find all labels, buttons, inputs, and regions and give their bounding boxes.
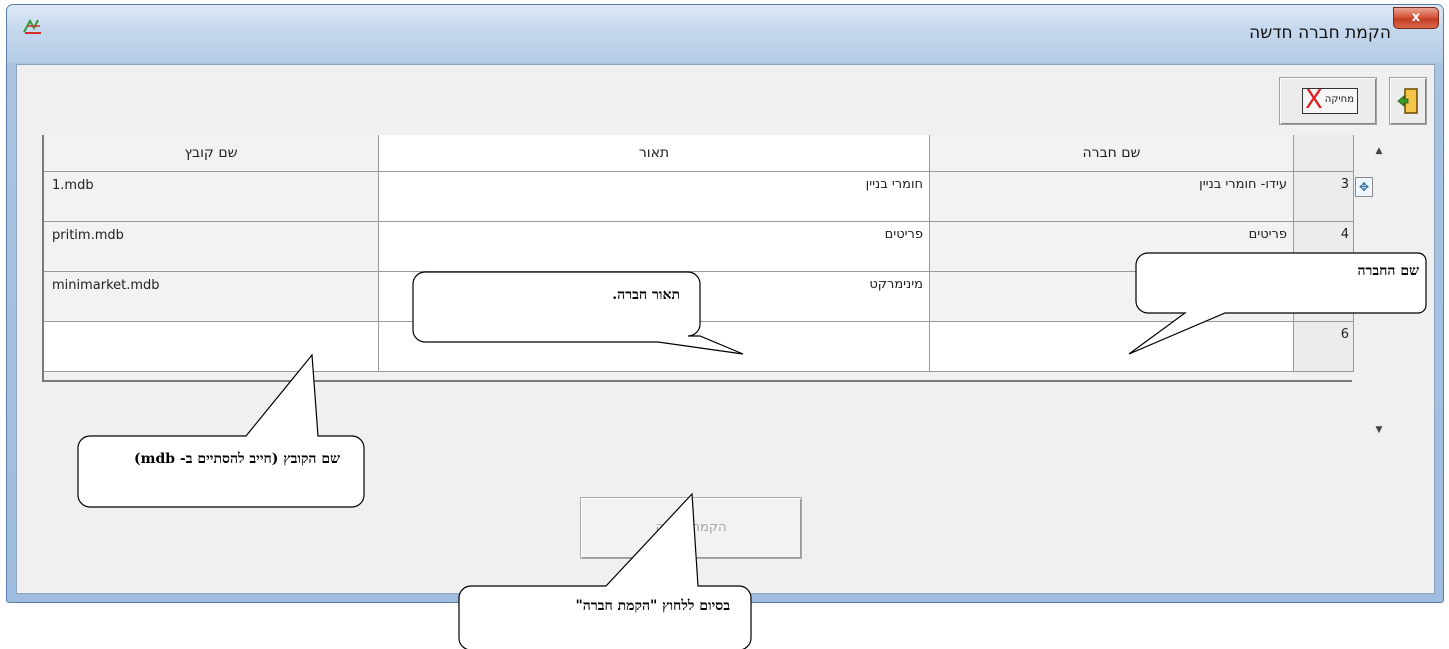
client-area: X מחיקה שם קובץ תאור שם חברה 1.mdb חומרי… [16,64,1435,594]
cell-company[interactable] [930,322,1294,372]
close-button[interactable]: x [1393,7,1439,29]
cell-file[interactable]: 1.mdb [44,172,379,222]
callout-finish-text: בסיום ללחוץ "הקמת חברה" [575,598,730,614]
scroll-up-arrow-icon[interactable]: ▲ [1371,143,1387,159]
cell-description[interactable]: חומרי בניין [379,172,930,222]
table-row-new[interactable]: 6 [44,322,1354,372]
callout-company-name-text: שם החברה [1357,263,1419,279]
cell-file[interactable] [44,322,379,372]
cell-number: 6 [1294,322,1354,372]
delete-label: מחיקה [1324,94,1354,105]
app-logo-icon [23,18,41,34]
cell-description[interactable] [379,322,930,372]
callout-description-text: תאור חברה. [612,287,680,303]
cell-file[interactable]: pritim.mdb [44,222,379,272]
delete-x-icon: X [1305,85,1323,115]
delete-button-face: X מחיקה [1302,85,1358,115]
cell-description[interactable]: פריטים [379,222,930,272]
exit-button[interactable] [1389,77,1427,125]
callout-file-name-text: שם הקובץ (חייב להסתיים ב- mdb) [134,451,340,467]
table-row[interactable]: 1.mdb חומרי בניין עידו- חומרי בניין 3 ✥ [44,172,1373,222]
app-window: הקמת חברה חדשה x X מחיקה שם קובץ תאור שם… [6,4,1444,603]
header-description[interactable]: תאור [379,135,930,172]
header-number [1294,135,1354,172]
cell-number: 4 [1294,222,1354,272]
header-file-name[interactable]: שם קובץ [44,135,379,172]
grid-scrollbar[interactable]: ▲ ▼ [1371,143,1387,438]
header-company-name[interactable]: שם חברה [930,135,1294,172]
exit-door-icon [1397,88,1418,114]
create-company-button[interactable]: הקמת חברה [580,497,802,559]
table-row[interactable]: minimarket.mdb מינימרקט [44,272,1354,322]
title-bar[interactable]: הקמת חברה חדשה x [7,5,1443,63]
table-row[interactable]: pritim.mdb פריטים פריטים 4 [44,222,1354,272]
grid-header-row: שם קובץ תאור שם חברה [44,135,1354,172]
scroll-down-arrow-icon[interactable]: ▼ [1371,422,1387,438]
cell-company[interactable] [930,272,1294,322]
cell-number: 3 [1294,172,1354,222]
window-title: הקמת חברה חדשה [1249,23,1391,43]
companies-grid: שם קובץ תאור שם חברה 1.mdb חומרי בניין ע… [42,135,1373,382]
cell-company[interactable]: עידו- חומרי בניין [930,172,1294,222]
cell-file[interactable]: minimarket.mdb [44,272,379,322]
cell-number [1294,272,1354,322]
delete-button[interactable]: X מחיקה [1279,77,1377,125]
cell-company[interactable]: פריטים [930,222,1294,272]
